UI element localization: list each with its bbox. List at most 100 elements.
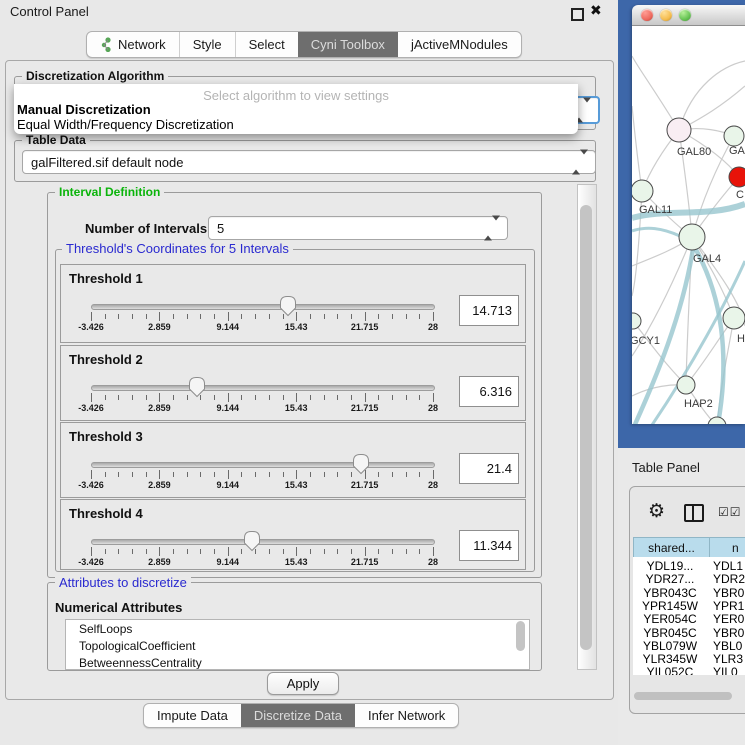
slider-tick — [269, 395, 270, 400]
checkbox-icons[interactable]: ☑☑ — [718, 505, 742, 519]
close-traffic-light-icon[interactable] — [641, 9, 653, 21]
network-node[interactable] — [667, 118, 691, 142]
combo-stepper-icon — [484, 221, 500, 236]
tick-label: -3.426 — [78, 322, 104, 332]
minimize-traffic-light-icon[interactable] — [660, 9, 672, 21]
table-row[interactable]: YDR27...YDR2 — [633, 572, 745, 586]
column-header-shared[interactable]: shared... — [633, 537, 710, 558]
cell-shared-name: YDL19... — [633, 559, 707, 573]
network-node[interactable] — [679, 224, 705, 250]
slider-track[interactable] — [91, 462, 435, 468]
network-edge — [632, 56, 679, 130]
table-data-combo[interactable]: galFiltered.sif default node — [22, 150, 596, 174]
h-scrollbar-thumb[interactable] — [634, 692, 732, 700]
tick-label: 28 — [428, 557, 438, 567]
float-icon[interactable] — [571, 8, 584, 21]
network-node[interactable] — [724, 126, 744, 146]
table-row[interactable]: YDL19...YDL1 — [633, 559, 745, 573]
attributes-listbox[interactable]: SelfLoopsTopologicalCoefficientBetweenne… — [65, 619, 530, 670]
slider-track[interactable] — [91, 304, 435, 310]
tab-network[interactable]: Network — [87, 32, 179, 57]
slider-tick — [255, 314, 256, 319]
network-node[interactable] — [677, 376, 695, 394]
close-icon[interactable]: ✖ — [590, 2, 602, 19]
attribute-list-item[interactable]: SelfLoops — [66, 620, 529, 637]
slider-thumb[interactable] — [243, 530, 261, 557]
popup-item-0[interactable]: Manual Discretization — [16, 102, 577, 117]
interval-group-label: Interval Definition — [55, 186, 164, 199]
attribute-list-item[interactable]: TopologicalCoefficient — [66, 637, 529, 654]
slider-tick — [200, 472, 201, 477]
slider-tick — [214, 472, 215, 477]
slider-tick — [118, 314, 119, 319]
popup-item-1[interactable]: Equal Width/Frequency Discretization — [16, 117, 577, 132]
slider-tick — [241, 472, 242, 477]
column-header-name[interactable]: n — [709, 537, 745, 558]
cell-name: YER0 — [707, 612, 744, 626]
zoom-traffic-light-icon[interactable] — [679, 9, 691, 21]
threshold-value-field[interactable]: 11.344 — [459, 530, 519, 561]
slider-tick — [228, 393, 229, 402]
table-body[interactable]: YDL19...YDL1YDR27...YDR2YBR043CYBR0YPR14… — [633, 557, 745, 675]
apply-button[interactable]: Apply — [267, 672, 339, 695]
combo-stepper-icon — [572, 155, 588, 170]
table-panel-title: Table Panel — [632, 460, 700, 475]
main-scrollbar-thumb[interactable] — [580, 205, 592, 650]
tab-infer-network[interactable]: Infer Network — [355, 704, 458, 727]
network-node[interactable] — [729, 167, 745, 187]
slider-thumb[interactable] — [188, 376, 206, 403]
cell-name: YPR1 — [707, 599, 744, 613]
tab-discretize-data[interactable]: Discretize Data — [241, 704, 355, 727]
network-node[interactable] — [723, 307, 745, 329]
table-row[interactable]: YIL052CYIL0 — [633, 665, 745, 675]
network-canvas[interactable]: GAL80GACGAL11GAL4HGCY1HAP2 — [632, 26, 745, 424]
tab-select[interactable]: Select — [235, 32, 298, 57]
table-row[interactable]: YBR043CYBR0 — [633, 586, 745, 600]
table-row[interactable]: YLR345WYLR3 — [633, 652, 745, 666]
tab-label: Style — [193, 37, 222, 52]
attributes-group-label: Attributes to discretize — [55, 576, 191, 589]
tab-cyni-toolbox[interactable]: Cyni Toolbox — [298, 32, 398, 57]
slider-thumb[interactable] — [279, 295, 297, 322]
node-label: GAL80 — [677, 146, 711, 158]
node-label: H — [737, 333, 745, 345]
gear-icon[interactable]: ⚙ — [648, 500, 665, 523]
cell-shared-name: YDR27... — [633, 572, 707, 586]
attribute-list-item[interactable]: BetweennessCentrality — [66, 654, 529, 670]
network-window-titlebar[interactable] — [632, 5, 745, 26]
tick-label: 28 — [428, 480, 438, 490]
network-window: GAL80GACGAL11GAL4HGCY1HAP2 — [632, 5, 745, 424]
table-row[interactable]: YPR145WYPR1 — [633, 599, 745, 613]
table-row[interactable]: YER054CYER0 — [633, 612, 745, 626]
slider-thumb[interactable] — [352, 453, 370, 480]
network-node[interactable] — [632, 313, 641, 329]
slider-tick — [283, 472, 284, 477]
tick-label: 28 — [428, 403, 438, 413]
slider-tick — [173, 549, 174, 554]
algorithm-group-label: Discretization Algorithm — [22, 70, 168, 83]
threshold-value-field[interactable]: 14.713 — [459, 295, 519, 326]
split-columns-icon[interactable] — [684, 504, 704, 522]
slider-track[interactable] — [91, 385, 435, 391]
threshold-value-field[interactable]: 21.4 — [459, 453, 519, 484]
slider-tick — [146, 314, 147, 319]
node-label: GAL4 — [693, 253, 721, 265]
network-edge — [633, 321, 686, 385]
slider-tick — [269, 472, 270, 477]
tab-style[interactable]: Style — [179, 32, 235, 57]
table-row[interactable]: YBR045CYBR0 — [633, 626, 745, 640]
tab-impute-data[interactable]: Impute Data — [144, 704, 241, 727]
table-row[interactable]: YBL079WYBL0 — [633, 639, 745, 653]
network-node[interactable] — [632, 180, 653, 202]
threshold-value-field[interactable]: 6.316 — [459, 376, 519, 407]
slider-tick — [255, 395, 256, 400]
num-intervals-combo[interactable]: 5 — [208, 216, 508, 240]
slider-track[interactable] — [91, 539, 435, 545]
slider-tick — [324, 395, 325, 400]
slider-tick — [187, 472, 188, 477]
tab-label: Network — [118, 37, 166, 52]
slider-tick — [159, 312, 160, 321]
tab-jactivemnodules[interactable]: jActiveMNodules — [398, 32, 521, 57]
cell-shared-name: YBR045C — [633, 626, 707, 640]
list-scrollbar-thumb[interactable] — [516, 621, 525, 651]
